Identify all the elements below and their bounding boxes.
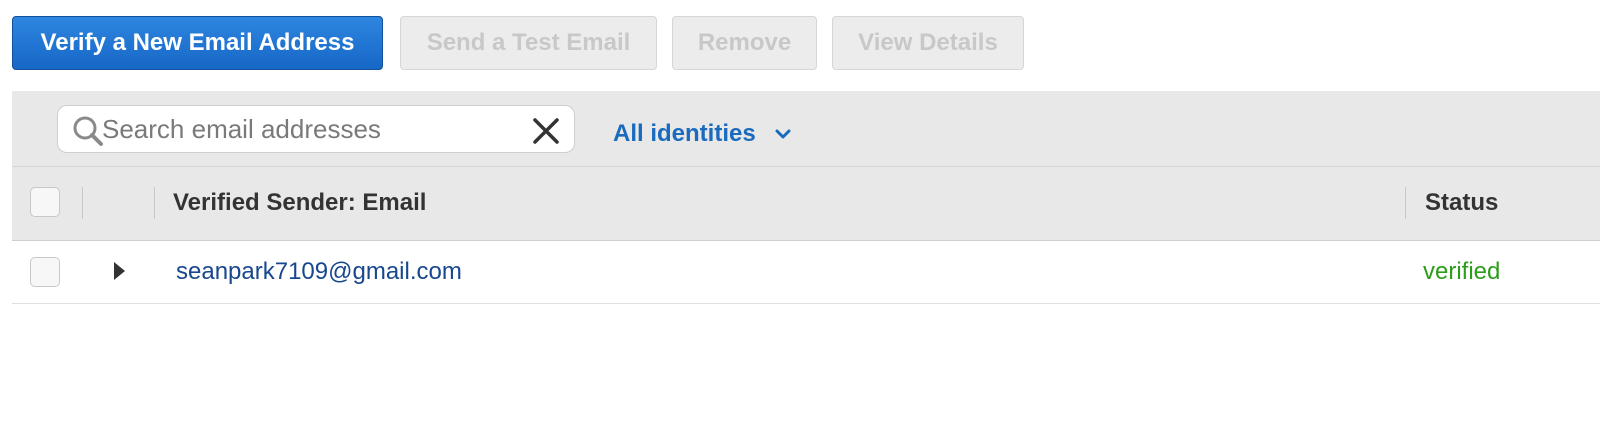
search-box[interactable]	[57, 105, 575, 153]
identities-label: All identities	[613, 120, 756, 147]
filter-bar: All identities	[12, 91, 1600, 167]
column-separator	[82, 187, 83, 219]
caret-right-icon[interactable]	[112, 261, 126, 281]
select-all-checkbox[interactable]	[30, 187, 60, 217]
column-separator	[1405, 187, 1406, 219]
verify-new-email-button[interactable]: Verify a New Email Address	[12, 16, 383, 70]
search-icon	[73, 116, 103, 146]
remove-button[interactable]: Remove	[672, 16, 817, 70]
column-separator	[154, 187, 155, 219]
close-icon[interactable]	[532, 117, 560, 145]
search-input[interactable]	[102, 112, 522, 146]
table-header: Verified Sender: Email Status	[12, 167, 1600, 241]
email-link[interactable]: seanpark7109@gmail.com	[176, 258, 462, 286]
row-checkbox[interactable]	[30, 257, 60, 287]
status-badge: verified	[1423, 258, 1501, 285]
column-header-status[interactable]: Status	[1425, 189, 1498, 217]
chevron-down-icon	[775, 129, 791, 139]
table-row[interactable]: seanpark7109@gmail.com verified	[12, 241, 1600, 304]
send-test-email-button[interactable]: Send a Test Email	[400, 16, 657, 70]
column-header-email[interactable]: Verified Sender: Email	[173, 189, 426, 217]
identities-dropdown[interactable]: All identities	[613, 119, 792, 149]
view-details-button[interactable]: View Details	[832, 16, 1024, 70]
